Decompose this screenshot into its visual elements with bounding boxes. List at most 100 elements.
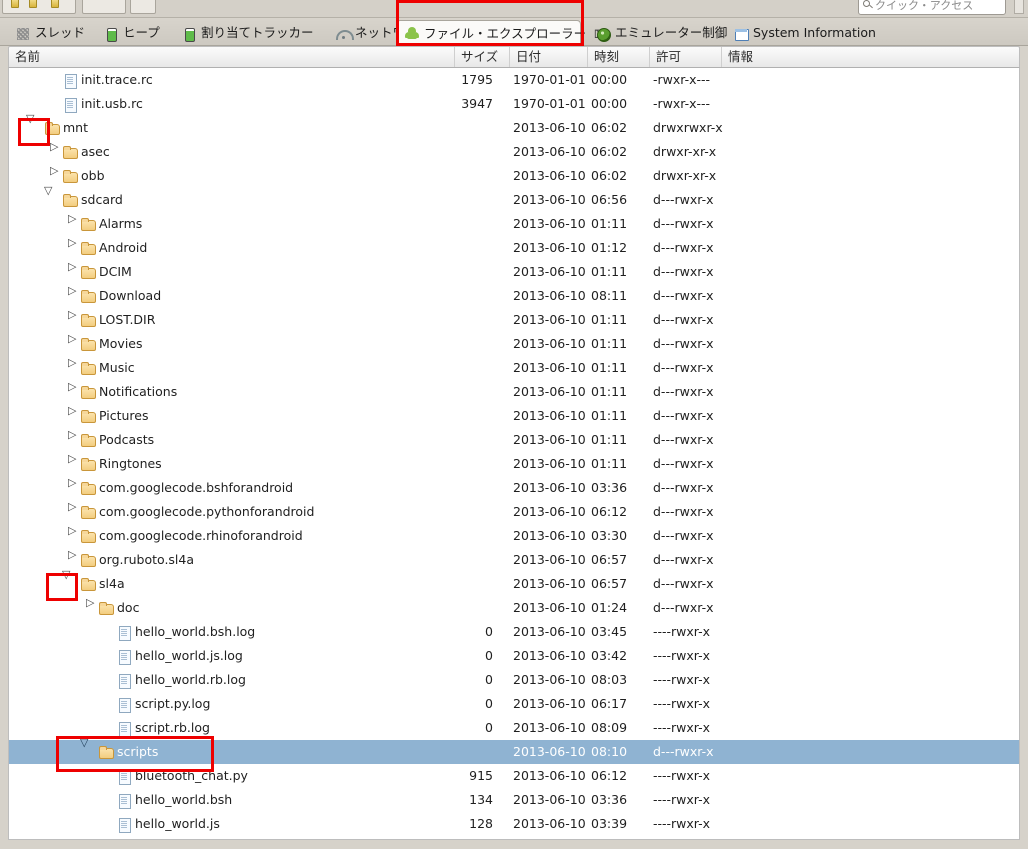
table-row[interactable]: hello_world.js 128 2013-06-10 03:39 ----rwxr… <box>9 812 1019 836</box>
table-row[interactable]: org.ruboto.sl4a 2013-06-10 06:57 d---rwxr-x <box>9 548 1019 572</box>
chevron-right-icon[interactable] <box>65 213 76 229</box>
toolbar-group-2[interactable] <box>82 0 126 14</box>
table-row[interactable]: sl4a 2013-06-10 06:57 d---rwxr-x <box>9 569 1019 596</box>
table-row[interactable]: com.googlecode.rhinoforandroid 2013-06-10… <box>9 524 1019 548</box>
view-tabbar: スレッドヒープ割り当てトラッカーネットワーク統計ファイル・エクスプローラー⌧エミ… <box>0 18 1028 47</box>
file-permissions: d---rwxr-x <box>653 192 714 207</box>
chevron-right-icon[interactable] <box>47 165 58 181</box>
table-row[interactable]: Download 2013-06-10 08:11 d---rwxr-x <box>9 284 1019 308</box>
chevron-right-icon[interactable] <box>65 477 76 493</box>
table-row[interactable]: Notifications 2013-06-10 01:11 d---rwxr-x <box>9 380 1019 404</box>
chevron-down-icon[interactable] <box>26 113 38 133</box>
file-name: init.usb.rc <box>81 96 143 111</box>
table-row[interactable]: Music 2013-06-10 01:11 d---rwxr-x <box>9 356 1019 380</box>
table-row[interactable]: Alarms 2013-06-10 01:11 d---rwxr-x <box>9 212 1019 236</box>
chevron-right-icon[interactable] <box>65 501 76 517</box>
file-time: 03:36 <box>591 480 628 495</box>
toolbar-overflow-button[interactable] <box>1014 0 1024 14</box>
chevron-right-icon[interactable] <box>65 525 76 541</box>
tab-file-explorer[interactable]: ファイル・エクスプローラー ⌧ <box>396 20 607 47</box>
file-name: hello_world.bsh.log <box>135 624 256 639</box>
toolbar-icon-1[interactable] <box>11 0 19 8</box>
column-header-cell[interactable]: 名前 <box>9 47 454 67</box>
chevron-down-icon[interactable] <box>44 185 56 205</box>
chevron-right-icon[interactable] <box>65 381 76 397</box>
chevron-right-icon[interactable] <box>47 141 58 157</box>
chevron-right-icon[interactable] <box>65 453 76 469</box>
table-row[interactable]: hello_world.rb.log 0 2013-06-10 08:03 ----rw… <box>9 668 1019 692</box>
table-row[interactable]: script.rb.log 0 2013-06-10 08:09 ----rwxr-x <box>9 716 1019 740</box>
chevron-right-icon[interactable] <box>65 549 76 565</box>
tab-item-5[interactable]: エミュレーター制御 <box>588 21 730 46</box>
tab-label: スレッド <box>35 25 86 41</box>
file-time: 01:24 <box>591 600 628 615</box>
table-row[interactable]: script.py.log 0 2013-06-10 06:17 ----rwxr-x <box>9 692 1019 716</box>
chevron-right-icon[interactable] <box>65 429 76 445</box>
column-header-cell[interactable]: 許可 <box>649 47 721 67</box>
chevron-right-icon[interactable] <box>65 357 76 373</box>
chevron-right-icon[interactable] <box>65 237 76 253</box>
file-size <box>441 188 493 212</box>
table-row[interactable]: com.googlecode.bshforandroid 2013-06-10 03… <box>9 476 1019 500</box>
table-row[interactable]: Podcasts 2013-06-10 01:11 d---rwxr-x <box>9 428 1019 452</box>
file-permissions: d---rwxr-x <box>653 504 714 519</box>
table-row[interactable]: init.trace.rc 1795 1970-01-01 00:00 -rwxr-x-… <box>9 68 1019 92</box>
file-time: 06:12 <box>591 504 628 519</box>
table-row[interactable]: obb 2013-06-10 06:02 drwxr-xr-x <box>9 164 1019 188</box>
chevron-right-icon[interactable] <box>65 333 76 349</box>
window-bottom-edge <box>0 840 1028 849</box>
table-row[interactable]: asec 2013-06-10 06:02 drwxr-xr-x <box>9 140 1019 164</box>
tab-item-1[interactable]: ヒープ <box>96 21 172 46</box>
chevron-right-icon[interactable] <box>65 405 76 421</box>
folder-icon <box>81 457 96 471</box>
folder-icon <box>81 361 96 375</box>
quick-access-search[interactable]: クイック・アクセス <box>858 0 1006 15</box>
file-size <box>441 500 493 524</box>
file-name: scripts <box>117 744 159 759</box>
table-row[interactable]: sdcard 2013-06-10 06:56 d---rwxr-x <box>9 185 1019 212</box>
file-date: 2013-06-10 <box>513 816 586 831</box>
toolbar-icon-2[interactable] <box>29 0 37 8</box>
column-header-cell[interactable]: 情報 <box>721 47 1019 67</box>
file-date: 2013-06-10 <box>513 384 586 399</box>
tab-item-2[interactable]: 割り当てトラッカー <box>174 21 326 46</box>
table-row[interactable]: doc 2013-06-10 01:24 d---rwxr-x <box>9 596 1019 620</box>
file-icon <box>117 625 131 641</box>
file-tree[interactable]: init.trace.rc 1795 1970-01-01 00:00 -rwxr-x-… <box>8 68 1020 840</box>
table-row[interactable]: bluetooth_chat.py 915 2013-06-10 06:12 ----r… <box>9 764 1019 788</box>
allocation-tracker-icon <box>182 27 196 42</box>
file-date: 1970-01-01 <box>513 96 586 111</box>
chevron-right-icon[interactable] <box>65 285 76 301</box>
table-row[interactable]: mnt 2013-06-10 06:02 drwxrwxr-x <box>9 113 1019 140</box>
tab-item-0[interactable]: スレッド <box>8 21 94 46</box>
chevron-down-icon[interactable] <box>62 569 74 589</box>
folder-icon <box>63 193 78 207</box>
chevron-right-icon[interactable] <box>65 261 76 277</box>
toolbar-icon-3[interactable] <box>51 0 59 8</box>
toolbar-group-3[interactable] <box>130 0 156 14</box>
table-row[interactable]: Pictures 2013-06-10 01:11 d---rwxr-x <box>9 404 1019 428</box>
table-row[interactable]: Movies 2013-06-10 01:11 d---rwxr-x <box>9 332 1019 356</box>
table-row[interactable]: LOST.DIR 2013-06-10 01:11 d---rwxr-x <box>9 308 1019 332</box>
table-row[interactable]: hello_world.js.log 0 2013-06-10 03:42 ----rw… <box>9 644 1019 668</box>
table-row[interactable]: scripts 2013-06-10 08:10 d---rwxr-x <box>9 737 1019 764</box>
table-row[interactable]: com.googlecode.pythonforandroid 2013-06-1… <box>9 500 1019 524</box>
file-time: 01:11 <box>591 360 628 375</box>
toolbar-group-1[interactable] <box>2 0 76 14</box>
table-row[interactable]: hello_world.bsh.log 0 2013-06-10 03:45 ----r… <box>9 620 1019 644</box>
chevron-right-icon[interactable] <box>83 597 94 613</box>
file-size: 0 <box>485 648 493 663</box>
chevron-down-icon[interactable] <box>80 737 92 757</box>
table-row[interactable]: init.usb.rc 3947 1970-01-01 00:00 -rwxr-x--- <box>9 92 1019 116</box>
chevron-right-icon[interactable] <box>65 309 76 325</box>
file-size: 3947 <box>461 96 493 111</box>
table-row[interactable]: DCIM 2013-06-10 01:11 d---rwxr-x <box>9 260 1019 284</box>
column-header-cell[interactable]: 時刻 <box>587 47 649 67</box>
table-row[interactable]: Ringtones 2013-06-10 01:11 d---rwxr-x <box>9 452 1019 476</box>
column-header-cell[interactable]: サイズ <box>454 47 509 67</box>
tab-item-6[interactable]: System Information <box>726 21 886 46</box>
column-header-cell[interactable]: 日付 <box>509 47 587 67</box>
table-row[interactable]: Android 2013-06-10 01:12 d---rwxr-x <box>9 236 1019 260</box>
file-size: 0 <box>485 720 493 735</box>
table-row[interactable]: hello_world.bsh 134 2013-06-10 03:36 ----rwx… <box>9 788 1019 812</box>
